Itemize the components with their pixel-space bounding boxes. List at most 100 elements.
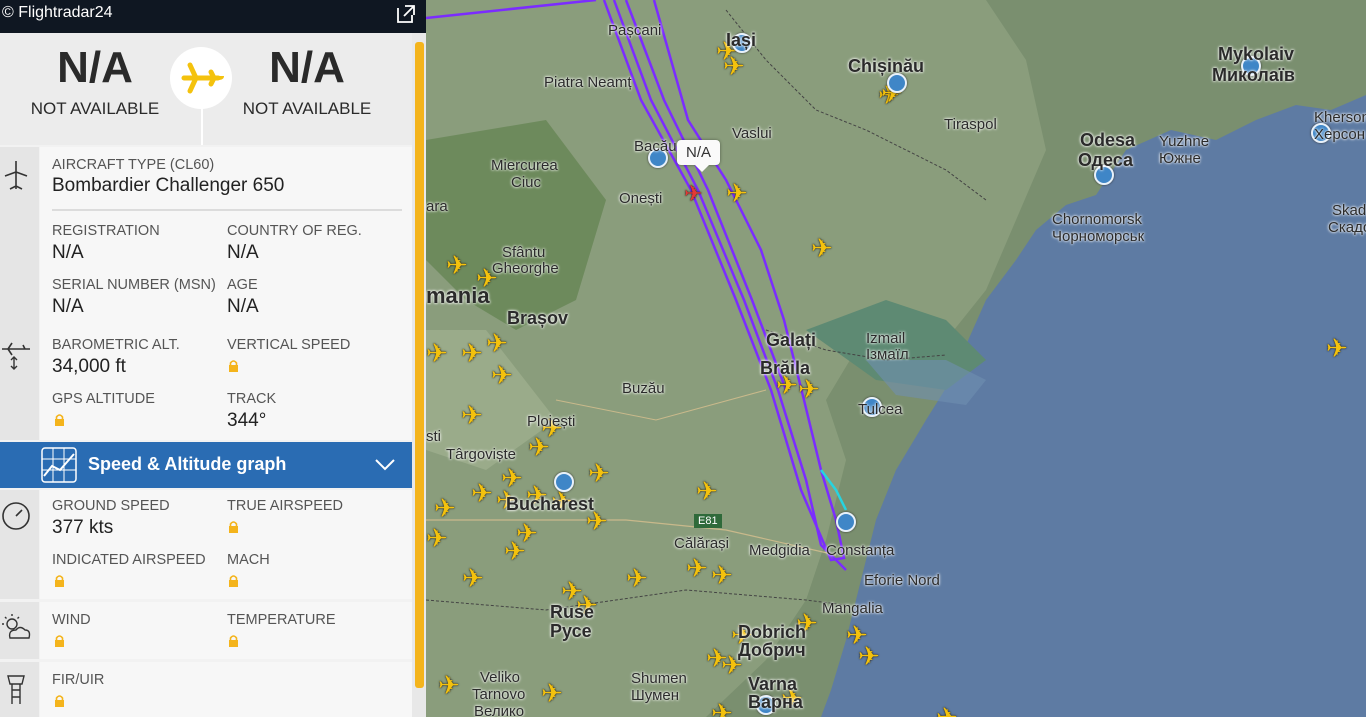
scrollbar-thumb[interactable] xyxy=(415,42,424,688)
aircraft-marker[interactable]: ✈ xyxy=(711,562,733,588)
aircraft-marker[interactable]: ✈ xyxy=(491,362,513,388)
city-label: Варна xyxy=(748,692,803,712)
selected-aircraft-marker[interactable]: ✈ xyxy=(684,181,702,207)
true-airspeed-label: TRUE AIRSPEED xyxy=(227,498,344,514)
road-shield: E81 xyxy=(694,514,722,528)
indicated-airspeed-label: INDICATED AIRSPEED xyxy=(52,552,206,568)
lock-icon[interactable] xyxy=(228,359,239,372)
city-label: Chișinău xyxy=(848,56,925,76)
city-label: Миколаїв xyxy=(1212,65,1295,85)
external-link-icon[interactable] xyxy=(395,3,417,25)
city-label: Kherson xyxy=(1314,109,1366,126)
aircraft-marker[interactable]: ✈ xyxy=(696,478,718,504)
country-label: COUNTRY OF REG. xyxy=(227,223,362,239)
aircraft-marker[interactable]: ✈ xyxy=(541,680,563,706)
city-label: Skad xyxy=(1332,202,1366,219)
city-label: Mangalia xyxy=(822,600,883,617)
weather-icon-column xyxy=(0,602,39,659)
city-label: mania xyxy=(426,283,490,308)
lock-icon[interactable] xyxy=(54,634,65,647)
aircraft-marker[interactable]: ✈ xyxy=(936,704,958,717)
aircraft-marker[interactable]: ✈ xyxy=(462,565,484,591)
aircraft-marker[interactable]: ✈ xyxy=(471,480,493,506)
aircraft-marker[interactable]: ✈ xyxy=(528,434,550,460)
aircraft-marker[interactable]: ✈ xyxy=(461,340,483,366)
origin-code[interactable]: N/A xyxy=(0,43,190,93)
aircraft-marker[interactable]: ✈ xyxy=(723,53,745,79)
aircraft-marker[interactable]: ✈ xyxy=(486,330,508,356)
aircraft-marker[interactable]: ✈ xyxy=(686,555,708,581)
speed-altitude-graph-toggle[interactable]: Speed & Altitude graph xyxy=(0,442,412,488)
brand-label: © Flightradar24 xyxy=(2,4,113,21)
aircraft-marker[interactable]: ✈ xyxy=(811,235,833,261)
city-label: Târgoviște xyxy=(446,446,517,463)
speed-icon-column xyxy=(0,490,39,599)
city-label: Medgidia xyxy=(749,542,810,559)
flight-map[interactable]: ✈ ✈ ✈ ✈ ✈ ✈ ✈ ✈ ✈ ✈ ✈ ✈ ✈ ✈ ✈ ✈ ✈ ✈ ✈ ✈ … xyxy=(426,0,1366,717)
baro-alt-value: 34,000 ft xyxy=(52,356,126,377)
aircraft-marker[interactable]: ✈ xyxy=(798,376,820,402)
lock-icon[interactable] xyxy=(54,574,65,587)
city-label: sti xyxy=(426,428,441,445)
track-value: 344° xyxy=(227,410,267,431)
city-label: Brașov xyxy=(507,308,569,328)
city-label: Veliko xyxy=(480,669,521,686)
graph-title: Speed & Altitude graph xyxy=(88,454,287,474)
weather-icon xyxy=(2,614,31,639)
lock-icon[interactable] xyxy=(228,634,239,647)
airport-pin[interactable] xyxy=(554,472,574,492)
aircraft-type-icon xyxy=(4,161,28,190)
altitude-icon xyxy=(2,342,30,370)
city-label: Buzău xyxy=(622,380,665,397)
aircraft-marker[interactable]: ✈ xyxy=(446,252,468,278)
aircraft-marker[interactable]: ✈ xyxy=(726,180,748,206)
serial-label: SERIAL NUMBER (MSN) xyxy=(52,277,216,293)
ground-speed-label: GROUND SPEED xyxy=(52,498,170,514)
aircraft-marker[interactable]: ✈ xyxy=(461,402,483,428)
city-label: Pașcani xyxy=(608,22,662,39)
registration-value: N/A xyxy=(52,242,84,263)
aircraft-callout[interactable]: N/A xyxy=(677,140,721,172)
aircraft-marker[interactable]: ✈ xyxy=(434,495,456,521)
track-label: TRACK xyxy=(227,391,277,407)
route-divider xyxy=(201,108,203,145)
city-label: Bucharest xyxy=(506,494,595,514)
destination-code[interactable]: N/A xyxy=(212,43,402,93)
age-label: AGE xyxy=(227,277,258,293)
aircraft-type-label: AIRCRAFT TYPE (CL60) xyxy=(52,157,215,173)
graph-icon xyxy=(41,447,77,483)
airport-pin[interactable] xyxy=(836,512,856,532)
country-value: N/A xyxy=(227,242,259,263)
aircraft-marker[interactable]: ✈ xyxy=(858,643,880,669)
aircraft-marker[interactable]: ✈ xyxy=(438,672,460,698)
city-label: Чорноморськ xyxy=(1052,228,1145,245)
city-label: Miercurea xyxy=(491,157,558,174)
aircraft-marker[interactable]: ✈ xyxy=(588,460,610,486)
ground-speed-value: 377 kts xyxy=(52,517,114,538)
city-label: ara xyxy=(426,198,448,215)
aircraft-marker[interactable]: ✈ xyxy=(426,340,448,366)
lock-icon[interactable] xyxy=(54,694,65,707)
age-value: N/A xyxy=(227,296,259,317)
chevron-down-icon[interactable] xyxy=(374,458,396,472)
aircraft-marker[interactable]: ✈ xyxy=(426,525,448,551)
city-label: Constanța xyxy=(826,542,895,559)
baro-alt-label: BAROMETRIC ALT. xyxy=(52,337,180,353)
aircraft-marker[interactable]: ✈ xyxy=(711,700,733,717)
mach-label: MACH xyxy=(227,552,270,568)
aircraft-marker[interactable]: ✈ xyxy=(504,538,526,564)
city-label: Izmail xyxy=(866,330,906,347)
city-label: Шумен xyxy=(631,687,680,704)
temperature-label: TEMPERATURE xyxy=(227,612,336,628)
lock-icon[interactable] xyxy=(228,574,239,587)
city-label: Onești xyxy=(619,190,663,207)
city-label: Brăila xyxy=(760,358,811,378)
city-label: Yuzhne xyxy=(1159,133,1210,150)
lock-icon[interactable] xyxy=(228,520,239,533)
lock-icon[interactable] xyxy=(54,413,65,426)
city-label: Sfântu xyxy=(502,244,546,261)
aircraft-marker[interactable]: ✈ xyxy=(1326,335,1348,361)
vertical-speed-label: VERTICAL SPEED xyxy=(227,337,351,353)
aircraft-marker[interactable]: ✈ xyxy=(626,565,648,591)
city-label: Велико xyxy=(474,703,525,717)
